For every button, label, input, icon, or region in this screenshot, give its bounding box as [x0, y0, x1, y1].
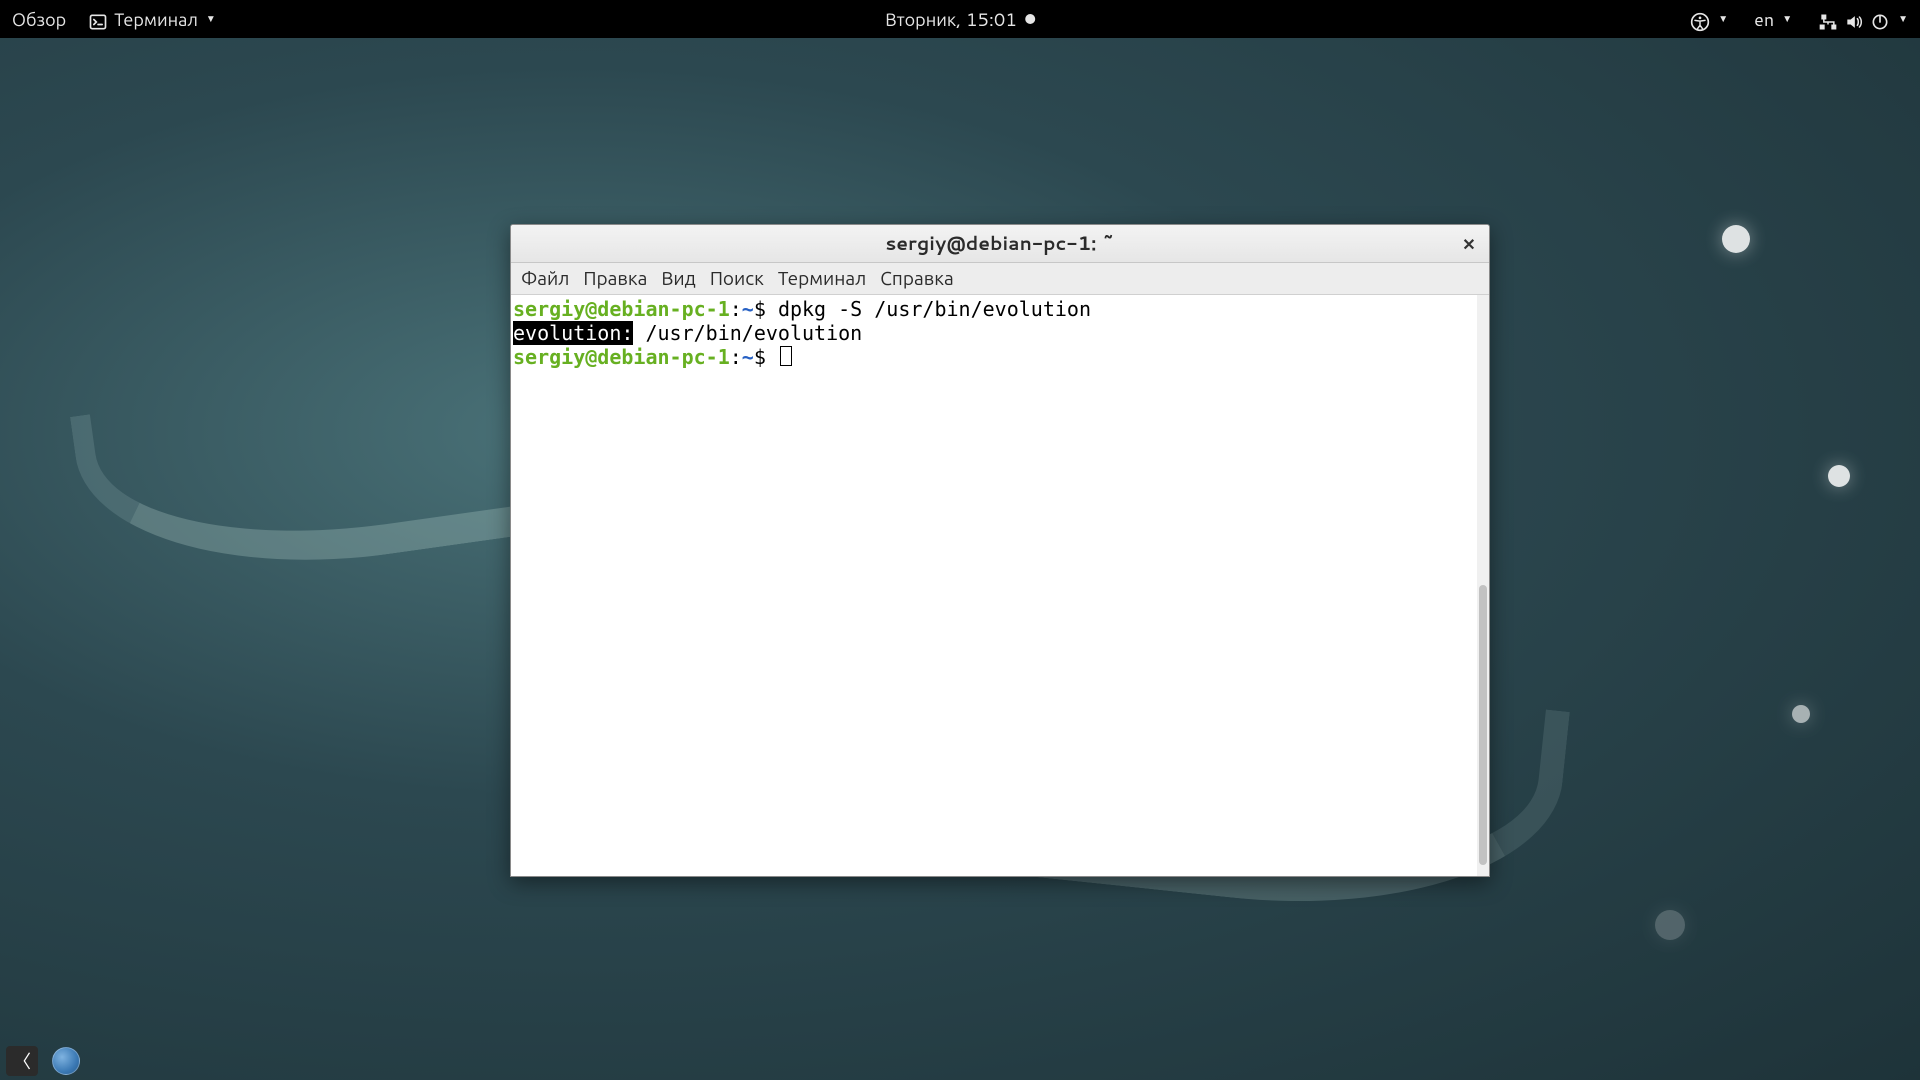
terminal-body[interactable]: sergiy@debian-pc-1:~$ dpkg -S /usr/bin/e…: [511, 295, 1489, 876]
chevron-down-icon: ▼: [1718, 12, 1728, 26]
prompt-symbol: $: [754, 297, 766, 321]
accessibility-icon: [1690, 6, 1710, 32]
close-button[interactable]: ✕: [1457, 232, 1481, 256]
window-title: sergiy@debian-pc-1: ~: [885, 230, 1114, 257]
scrollbar[interactable]: [1477, 295, 1489, 876]
top-panel: Обзор Терминал ▼ Вторник, 15:01 ▼ en ▼: [0, 0, 1920, 38]
accessibility-menu[interactable]: ▼: [1686, 4, 1732, 34]
prompt-user-host: sergiy@debian-pc-1: [513, 345, 730, 369]
volume-icon: [1844, 6, 1864, 32]
menubar: Файл Правка Вид Поиск Терминал Справка: [511, 263, 1489, 295]
input-method-label: en: [1754, 6, 1774, 32]
activities-button[interactable]: Обзор: [8, 4, 70, 34]
output-package-name: evolution:: [513, 321, 633, 345]
taskbar-app-icon[interactable]: [52, 1047, 80, 1075]
terminal-window: sergiy@debian-pc-1: ~ ✕ Файл Правка Вид …: [510, 224, 1490, 877]
wallpaper-dot: [1655, 910, 1685, 940]
close-icon: ✕: [1462, 233, 1475, 256]
prompt-sep: :: [730, 345, 742, 369]
menu-file[interactable]: Файл: [521, 265, 569, 292]
prompt-path: ~: [742, 345, 754, 369]
bottom-bar: 〈: [0, 1042, 80, 1080]
active-app-label: Терминал: [114, 6, 198, 32]
back-button[interactable]: 〈: [6, 1046, 38, 1076]
cursor-icon: [780, 346, 792, 366]
window-titlebar[interactable]: sergiy@debian-pc-1: ~ ✕: [511, 225, 1489, 263]
menu-terminal[interactable]: Терминал: [778, 265, 866, 292]
wallpaper-dot: [1722, 225, 1750, 253]
terminal-line: sergiy@debian-pc-1:~$: [513, 345, 1487, 369]
menu-search[interactable]: Поиск: [710, 265, 764, 292]
prompt-user-host: sergiy@debian-pc-1: [513, 297, 730, 321]
chevron-down-icon: ▼: [1898, 12, 1908, 26]
clock-text: Вторник, 15:01: [885, 6, 1017, 32]
clock-area[interactable]: Вторник, 15:01: [885, 6, 1035, 32]
terminal-line: sergiy@debian-pc-1:~$ dpkg -S /usr/bin/e…: [513, 297, 1487, 321]
terminal-icon: [88, 6, 108, 32]
menu-view[interactable]: Вид: [661, 265, 695, 292]
scrollbar-thumb[interactable]: [1479, 585, 1487, 865]
prompt-symbol: $: [754, 345, 766, 369]
network-icon: [1818, 6, 1838, 32]
terminal-line: evolution: /usr/bin/evolution: [513, 321, 1487, 345]
power-icon: [1870, 6, 1890, 32]
wallpaper-dot: [1828, 465, 1850, 487]
chevron-down-icon: ▼: [1782, 12, 1792, 26]
notification-dot-icon: [1025, 14, 1035, 24]
system-status-menu[interactable]: ▼: [1814, 4, 1912, 34]
output-path: /usr/bin/evolution: [633, 321, 862, 345]
chevron-down-icon: ▼: [206, 12, 216, 26]
chevron-left-icon: 〈: [13, 1048, 31, 1074]
input-method-menu[interactable]: en ▼: [1750, 4, 1796, 34]
command-text: dpkg -S /usr/bin/evolution: [778, 297, 1091, 321]
menu-help[interactable]: Справка: [880, 265, 953, 292]
prompt-path: ~: [742, 297, 754, 321]
wallpaper-dot: [1792, 705, 1810, 723]
active-app-menu[interactable]: Терминал ▼: [84, 4, 220, 34]
menu-edit[interactable]: Правка: [583, 265, 647, 292]
prompt-sep: :: [730, 297, 742, 321]
